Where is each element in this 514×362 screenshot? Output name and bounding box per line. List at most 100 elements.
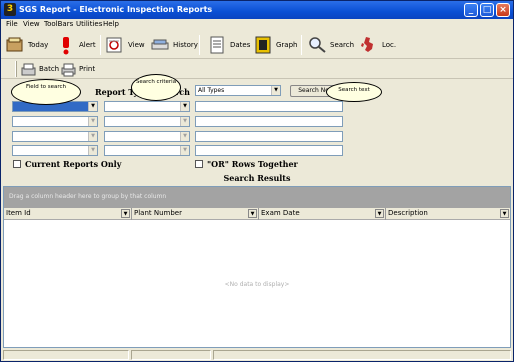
search-text-field-3[interactable] bbox=[195, 131, 343, 142]
group-by-hint: Drag a column header here to group by th… bbox=[9, 193, 167, 200]
print-icon bbox=[61, 62, 76, 77]
chevron-down-icon[interactable]: ▼ bbox=[121, 209, 130, 218]
search-results-title: Search Results bbox=[223, 173, 291, 183]
search-text-field-2[interactable] bbox=[195, 116, 343, 127]
alert-label: Alert bbox=[79, 41, 96, 49]
toolbar-separator bbox=[199, 35, 200, 55]
results-grid[interactable]: Drag a column header here to group by th… bbox=[3, 186, 511, 348]
main-toolbar: Today Alert View History Dates Graph Sea… bbox=[1, 31, 513, 59]
batch-button[interactable]: Batch bbox=[21, 59, 59, 79]
status-pane bbox=[213, 350, 511, 360]
close-button[interactable]: × bbox=[496, 3, 510, 17]
history-icon bbox=[150, 35, 170, 55]
chevron-down-icon: ▼ bbox=[88, 132, 97, 141]
toolbar-grip-handle[interactable] bbox=[15, 61, 17, 77]
graph-icon bbox=[253, 35, 273, 55]
toolbar-separator bbox=[301, 35, 302, 55]
history-button[interactable]: History bbox=[150, 33, 198, 57]
print-button[interactable]: Print bbox=[61, 59, 95, 79]
alert-icon bbox=[56, 35, 76, 55]
menu-view[interactable]: View bbox=[23, 20, 40, 28]
chevron-down-icon: ▼ bbox=[88, 102, 97, 111]
window-title: SGS Report - Electronic Inspection Repor… bbox=[19, 5, 213, 14]
location-label: Loc. bbox=[382, 41, 397, 49]
empty-grid-message: <No data to display> bbox=[224, 281, 290, 288]
status-pane bbox=[3, 350, 129, 360]
column-header-plant-number[interactable]: Plant Number ▼ bbox=[132, 208, 259, 220]
menu-file[interactable]: File bbox=[6, 20, 18, 28]
print-label: Print bbox=[79, 65, 96, 73]
menu-bar: File View ToolBars Utilities Help bbox=[1, 19, 513, 30]
criteria-select-2[interactable]: ▼ bbox=[104, 116, 190, 127]
field-select-2[interactable]: ▼ bbox=[12, 116, 98, 127]
location-map-icon bbox=[359, 35, 379, 55]
search-panel: Report Types Search All Types ▼ Search N… bbox=[1, 74, 513, 172]
search-icon bbox=[307, 35, 327, 55]
view-icon bbox=[105, 35, 125, 55]
menu-help[interactable]: Help bbox=[103, 20, 119, 28]
menu-toolbars[interactable]: ToolBars bbox=[44, 20, 73, 28]
status-pane bbox=[131, 350, 211, 360]
chevron-down-icon: ▼ bbox=[180, 146, 189, 155]
chevron-down-icon[interactable]: ▼ bbox=[500, 209, 509, 218]
chevron-down-icon: ▼ bbox=[180, 132, 189, 141]
chevron-down-icon: ▼ bbox=[180, 102, 189, 111]
search-button[interactable]: Search bbox=[307, 33, 354, 57]
search-label: Search bbox=[330, 41, 355, 49]
column-header-label: Item Id bbox=[6, 209, 31, 217]
field-select-3[interactable]: ▼ bbox=[12, 131, 98, 142]
search-text-field-1[interactable] bbox=[195, 101, 343, 112]
criteria-select-1[interactable]: ▼ bbox=[104, 101, 190, 112]
field-to-search-callout: Field to search bbox=[11, 79, 81, 105]
today-label: Today bbox=[28, 41, 49, 49]
column-header-label: Description bbox=[388, 209, 428, 217]
graph-label: Graph bbox=[276, 41, 298, 49]
column-header-description[interactable]: Description ▼ bbox=[386, 208, 510, 220]
chevron-down-icon: ▼ bbox=[88, 146, 97, 155]
report-type-select[interactable]: All Types ▼ bbox=[195, 85, 281, 96]
status-bar bbox=[1, 349, 513, 361]
search-criteria-callout: Search criteria bbox=[131, 74, 181, 101]
dates-label: Dates bbox=[230, 41, 251, 49]
group-by-area[interactable]: Drag a column header here to group by th… bbox=[4, 187, 510, 208]
column-header-item-id[interactable]: Item Id ▼ bbox=[4, 208, 132, 220]
secondary-toolbar: Batch Print bbox=[1, 59, 513, 79]
app-logo-icon: 3 bbox=[4, 3, 16, 16]
today-button[interactable]: Today bbox=[5, 33, 48, 57]
alert-button[interactable]: Alert bbox=[56, 33, 96, 57]
graph-button[interactable]: Graph bbox=[253, 33, 297, 57]
search-text-callout: Search text bbox=[326, 82, 382, 102]
grid-header: Item Id ▼ Plant Number ▼ Exam Date ▼ Des… bbox=[4, 208, 510, 220]
app-window: 3 SGS Report - Electronic Inspection Rep… bbox=[0, 0, 514, 362]
dates-button[interactable]: Dates bbox=[207, 33, 250, 57]
today-icon bbox=[5, 35, 25, 55]
chevron-down-icon: ▼ bbox=[88, 117, 97, 126]
location-button[interactable]: Loc. bbox=[359, 33, 396, 57]
criteria-select-4[interactable]: ▼ bbox=[104, 145, 190, 156]
field-select-4[interactable]: ▼ bbox=[12, 145, 98, 156]
history-label: History bbox=[173, 41, 198, 49]
current-reports-label: Current Reports Only bbox=[25, 159, 122, 169]
chevron-down-icon: ▼ bbox=[180, 117, 189, 126]
batch-icon bbox=[21, 62, 36, 77]
search-text-field-4[interactable] bbox=[195, 145, 343, 156]
column-header-label: Exam Date bbox=[261, 209, 300, 217]
maximize-button[interactable]: □ bbox=[480, 3, 494, 17]
menu-utilities[interactable]: Utilities bbox=[76, 20, 102, 28]
criteria-select-3[interactable]: ▼ bbox=[104, 131, 190, 142]
minimize-button[interactable]: _ bbox=[464, 3, 478, 17]
title-bar[interactable]: 3 SGS Report - Electronic Inspection Rep… bbox=[1, 1, 513, 19]
view-button[interactable]: View bbox=[105, 33, 145, 57]
view-label: View bbox=[128, 41, 145, 49]
dates-icon bbox=[207, 35, 227, 55]
toolbar-separator bbox=[100, 35, 101, 55]
chevron-down-icon[interactable]: ▼ bbox=[375, 209, 384, 218]
current-reports-checkbox[interactable] bbox=[13, 160, 21, 168]
chevron-down-icon: ▼ bbox=[271, 86, 280, 95]
report-type-value: All Types bbox=[198, 87, 225, 94]
batch-label: Batch bbox=[39, 65, 60, 73]
chevron-down-icon[interactable]: ▼ bbox=[248, 209, 257, 218]
or-rows-checkbox[interactable] bbox=[195, 160, 203, 168]
column-header-exam-date[interactable]: Exam Date ▼ bbox=[259, 208, 386, 220]
or-rows-label: "OR" Rows Together bbox=[207, 159, 298, 169]
